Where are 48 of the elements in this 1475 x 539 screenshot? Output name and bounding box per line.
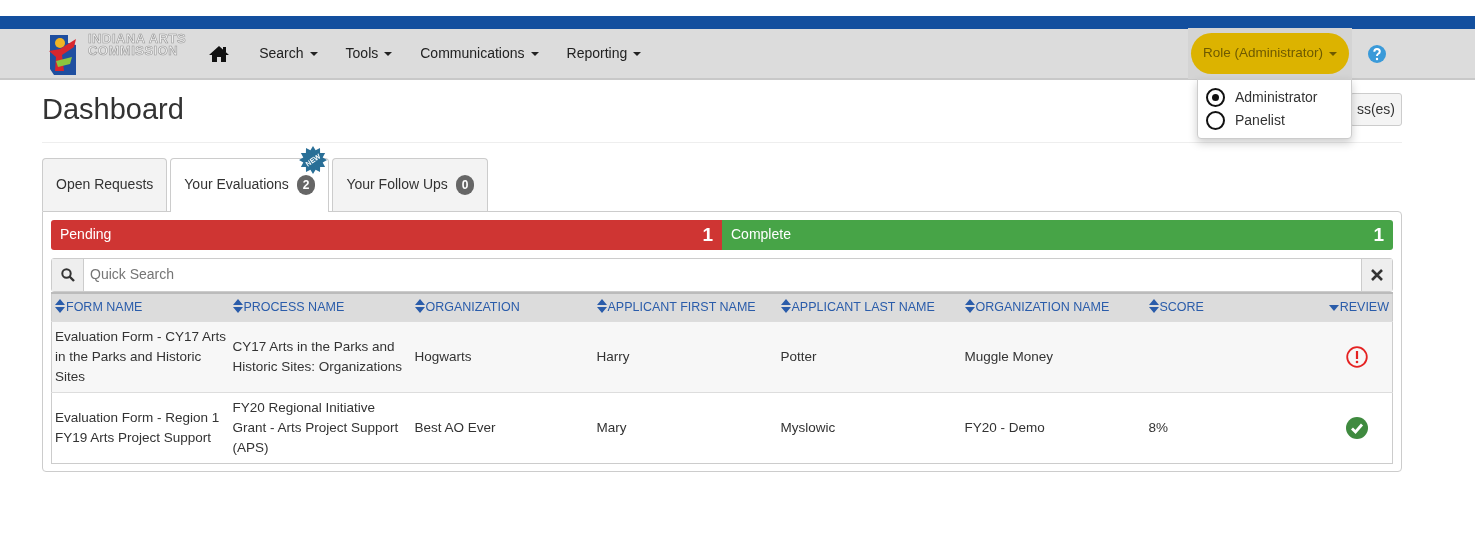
table-cell: Myslowic <box>777 392 962 464</box>
check-icon[interactable] <box>1346 416 1368 439</box>
column-header[interactable]: PROCESS NAME <box>229 292 412 322</box>
segment-count: 1 <box>702 222 713 247</box>
table-cell: Hogwarts <box>411 321 594 393</box>
column-header[interactable]: ORGANIZATION <box>411 292 594 322</box>
home-icon[interactable] <box>208 44 231 63</box>
logo-text: INDIANA ARTS COMMISSION <box>88 30 187 57</box>
role-dropdown[interactable]: Role (Administrator) <box>1191 33 1349 74</box>
nav-menu-link[interactable]: Reporting <box>566 43 642 64</box>
column-header[interactable]: APPLICANT FIRST NAME <box>593 292 778 322</box>
page-title: Dashboard <box>42 92 184 127</box>
radio-button[interactable] <box>1206 88 1225 107</box>
count-badge: 2 <box>296 174 316 195</box>
column-header[interactable]: FORM NAME <box>51 292 230 322</box>
table-cell: Best AO Ever <box>411 392 594 464</box>
table-cell: FY20 - Demo <box>961 392 1146 464</box>
table-cell: CY17 Arts in the Parks and Historic Sites: Organizations <box>229 321 412 393</box>
table-cell: Evaluation Form - CY17 Arts in the Parks and Historic Sites <box>51 321 230 393</box>
column-header[interactable]: SCORE <box>1145 292 1296 322</box>
column-header[interactable]: ORGANIZATION NAME <box>961 292 1146 322</box>
help-icon[interactable] <box>1368 44 1386 63</box>
segment-count: 1 <box>1373 222 1384 247</box>
column-header[interactable]: APPLICANT LAST NAME <box>777 292 962 322</box>
table-cell: Potter <box>777 321 962 393</box>
warning-icon[interactable] <box>1346 345 1368 368</box>
segment-label: Complete <box>731 225 791 245</box>
nav-menu-link[interactable]: Tools <box>345 43 393 64</box>
search-icon <box>60 267 75 282</box>
count-badge: 0 <box>455 174 475 195</box>
role-option[interactable]: Administrator <box>1198 86 1351 109</box>
close-icon <box>1371 268 1383 281</box>
table-cell: Harry <box>593 321 778 393</box>
table-cell: 8% <box>1145 392 1296 464</box>
tab[interactable]: Open Requests <box>42 157 168 211</box>
table-cell: Evaluation Form - Region 1 FY19 Arts Project Support <box>51 392 230 464</box>
tab[interactable]: Your Follow Ups 0 <box>332 157 489 211</box>
partly-hidden-button[interactable]: ss(es) <box>1349 93 1402 126</box>
table-cell: Mary <box>593 392 778 464</box>
table-cell: Muggle Money <box>961 321 1146 393</box>
table-cell: FY20 Regional Initiative Grant - Arts Project Support (APS) <box>229 392 412 464</box>
nav-menu-link[interactable]: Communications <box>420 43 539 64</box>
role-option[interactable]: Panelist <box>1198 109 1351 132</box>
column-header[interactable]: REVIEW <box>1295 292 1393 322</box>
radio-button[interactable] <box>1206 111 1225 130</box>
segment-label: Pending <box>60 225 112 245</box>
nav-menu-link[interactable]: Search <box>259 43 318 64</box>
clear-button[interactable] <box>1361 258 1392 291</box>
